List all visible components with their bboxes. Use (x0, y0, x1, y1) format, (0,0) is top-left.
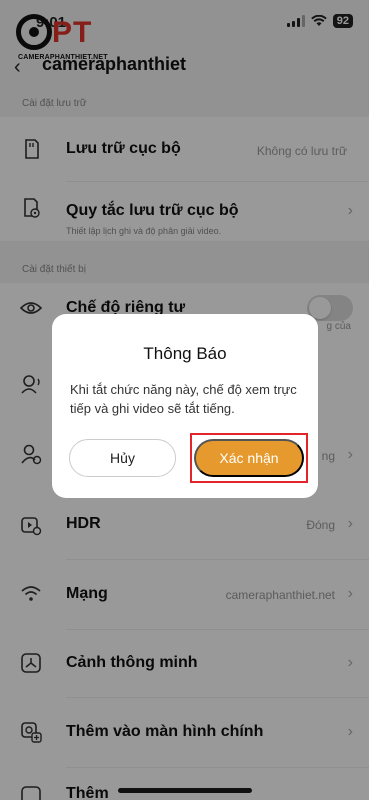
confirm-button[interactable]: Xác nhận (194, 439, 304, 477)
home-indicator (118, 788, 252, 793)
dialog-message: Khi tắt chức năng này, chế độ xem trực t… (70, 382, 297, 416)
cancel-button[interactable]: Hủy (69, 439, 176, 477)
confirm-dialog: Thông Báo Khi tắt chức năng này, chế độ … (52, 314, 318, 498)
dialog-title: Thông Báo (143, 344, 227, 363)
